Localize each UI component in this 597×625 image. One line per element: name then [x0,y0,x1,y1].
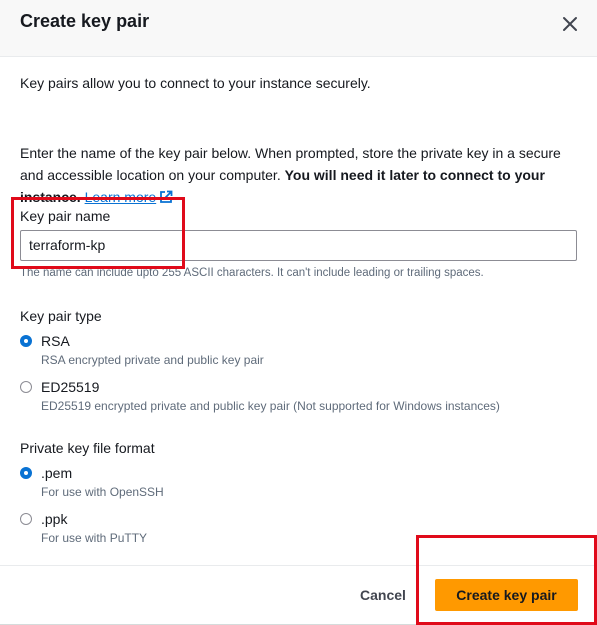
close-icon[interactable] [560,14,580,34]
radio-ed25519[interactable] [20,381,32,393]
radio-pem-label: .pem [41,465,73,481]
radio-rsa-label: RSA [41,333,70,349]
highlight-box-key-name [11,197,185,269]
radio-rsa[interactable] [20,335,32,347]
radio-ed25519-description: ED25519 encrypted private and public key… [41,399,500,413]
radio-ppk-label: .ppk [41,511,68,527]
file-format-label: Private key file format [20,440,155,456]
modal-title: Create key pair [20,11,150,31]
radio-pem[interactable] [20,467,32,479]
modal-header: Create key pair [0,0,597,57]
radio-ppk[interactable] [20,513,32,525]
radio-pem-description: For use with OpenSSH [41,485,164,499]
radio-ed25519-label: ED25519 [41,379,100,395]
radio-rsa-description: RSA encrypted private and public key pai… [41,353,264,367]
radio-ppk-description: For use with PuTTY [41,531,148,545]
highlight-box-create-button [416,535,597,625]
intro-text: Key pairs allow you to connect to your i… [20,75,371,91]
cancel-button[interactable]: Cancel [350,579,416,611]
key-type-label: Key pair type [20,308,102,324]
